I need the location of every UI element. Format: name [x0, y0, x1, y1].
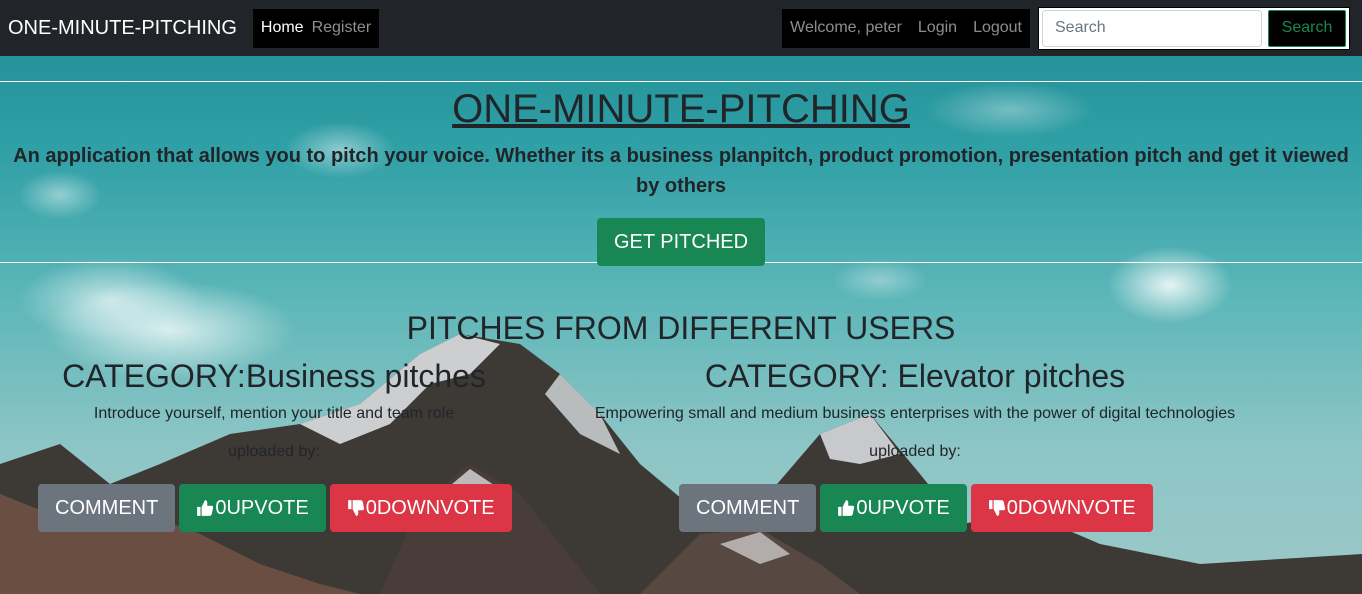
upvote-button[interactable]: 0 UPVOTE — [179, 484, 326, 532]
thumbs-down-icon — [988, 500, 1005, 516]
upvote-button[interactable]: 0 UPVOTE — [820, 484, 967, 532]
downvote-count: 0 — [1006, 496, 1018, 519]
pitch-card: CATEGORY:Business pitches Introduce your… — [0, 356, 548, 461]
pitch-actions: COMMENT 0 UPVOTE 0 DOWNVOTE — [38, 484, 516, 532]
downvote-label: DOWNVOTE — [376, 496, 495, 519]
downvote-count: 0 — [365, 496, 377, 519]
comment-button[interactable]: COMMENT — [38, 484, 176, 532]
upvote-count: 0 — [856, 496, 868, 519]
pitch-category: CATEGORY: Elevator pitches — [704, 358, 1126, 394]
thumbs-up-icon — [838, 500, 855, 516]
comment-button[interactable]: COMMENT — [679, 484, 817, 532]
downvote-label: DOWNVOTE — [1017, 496, 1136, 519]
search-input[interactable] — [1042, 9, 1262, 47]
pitch-description: Empowering small and medium business ent… — [594, 405, 1236, 422]
pitch-card: CATEGORY: Elevator pitches Empowering sm… — [594, 356, 1236, 461]
welcome-text: Welcome, peter — [790, 19, 902, 36]
jumbotron: ONE-MINUTE-PITCHING An application that … — [0, 81, 1362, 266]
upvote-label: UPVOTE — [867, 496, 950, 519]
downvote-button[interactable]: 0 DOWNVOTE — [329, 484, 512, 532]
thumbs-up-icon — [197, 500, 214, 516]
search-form: Search — [1038, 6, 1350, 50]
brand-logo[interactable]: ONE-MINUTE-PITCHING — [8, 17, 237, 40]
upvote-count: 0 — [215, 496, 227, 519]
pitch-uploader: uploaded by: — [869, 443, 961, 460]
nav-logout[interactable]: Logout — [969, 19, 1026, 37]
downvote-button[interactable]: 0 DOWNVOTE — [970, 484, 1153, 532]
page-title: ONE-MINUTE-PITCHING — [452, 87, 910, 131]
search-button[interactable]: Search — [1268, 9, 1346, 47]
get-pitched-button[interactable]: GET PITCHED — [597, 218, 765, 266]
tagline: An application that allows you to pitch … — [13, 145, 1349, 197]
nav-links: Home Register — [252, 8, 380, 48]
nav-login[interactable]: Login — [914, 19, 961, 37]
pitch-category: CATEGORY:Business pitches — [62, 358, 486, 394]
nav-right: Welcome, peter Login Logout Search — [782, 0, 1362, 56]
pitch-uploader: uploaded by: — [228, 443, 320, 460]
pitch-description: Introduce yourself, mention your title a… — [93, 405, 455, 422]
pitch-actions: COMMENT 0 UPVOTE 0 DOWNVOTE — [679, 484, 1157, 532]
section-title: PITCHES FROM DIFFERENT USERS — [406, 310, 956, 346]
nav-register[interactable]: Register — [308, 19, 376, 37]
user-links: Welcome, peter Login Logout — [782, 8, 1030, 48]
upvote-label: UPVOTE — [226, 496, 309, 519]
thumbs-down-icon — [347, 500, 364, 516]
nav-home[interactable]: Home — [257, 19, 308, 37]
navbar: ONE-MINUTE-PITCHING Home Register Welcom… — [0, 0, 1362, 56]
